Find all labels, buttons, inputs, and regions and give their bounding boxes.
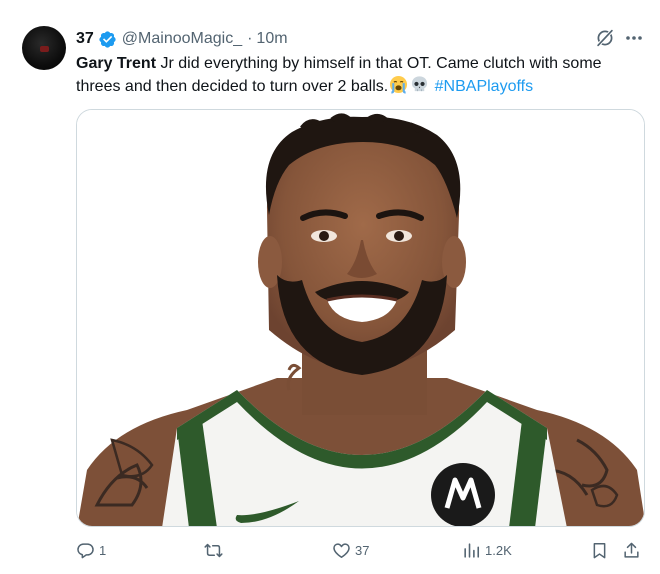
bookmark-button[interactable] — [590, 538, 609, 562]
reply-icon — [77, 542, 94, 558]
user-handle[interactable]: @MainooMagic_ — [122, 30, 242, 48]
reply-button[interactable]: 1 — [76, 538, 106, 562]
like-count: 37 — [355, 542, 370, 558]
skull-emoji — [412, 76, 428, 92]
view-count: 1.2K — [485, 542, 512, 558]
share-button[interactable] — [622, 538, 641, 562]
timestamp[interactable]: 10m — [256, 30, 287, 48]
heart-icon — [333, 542, 350, 558]
tweet-card[interactable]: 37 @MainooMagic_ · 10m Gary Trent Jr did… — [0, 0, 660, 574]
tweet-actions-bar: 1 37 1.2K — [76, 538, 646, 562]
reply-count: 1 — [99, 542, 107, 558]
like-button[interactable]: 37 — [332, 538, 369, 562]
loudly-crying-face-emoji — [390, 75, 408, 94]
mentioned-name: Gary Trent — [76, 55, 157, 72]
player-headshot-photo — [77, 110, 644, 526]
tweet-text: Gary Trent Jr did everything by himself … — [76, 52, 646, 98]
repost-button[interactable] — [204, 538, 227, 562]
verified-badge-icon — [99, 30, 116, 48]
display-name[interactable]: 37 — [76, 30, 94, 48]
motorola-logo — [431, 463, 495, 526]
hashtag-link[interactable]: #NBAPlayoffs — [435, 78, 533, 95]
separator-dot: · — [247, 30, 253, 47]
grok-icon[interactable] — [594, 27, 616, 49]
more-options-icon[interactable] — [625, 35, 643, 41]
views-chart-icon — [464, 542, 480, 558]
views-button[interactable]: 1.2K — [462, 538, 512, 562]
tweet-header: 37 @MainooMagic_ · 10m — [76, 28, 288, 50]
repost-icon — [204, 543, 223, 557]
bookmark-icon — [593, 542, 606, 558]
tweet-media-image[interactable] — [76, 109, 645, 527]
share-icon — [624, 542, 639, 558]
avatar[interactable] — [22, 26, 66, 70]
